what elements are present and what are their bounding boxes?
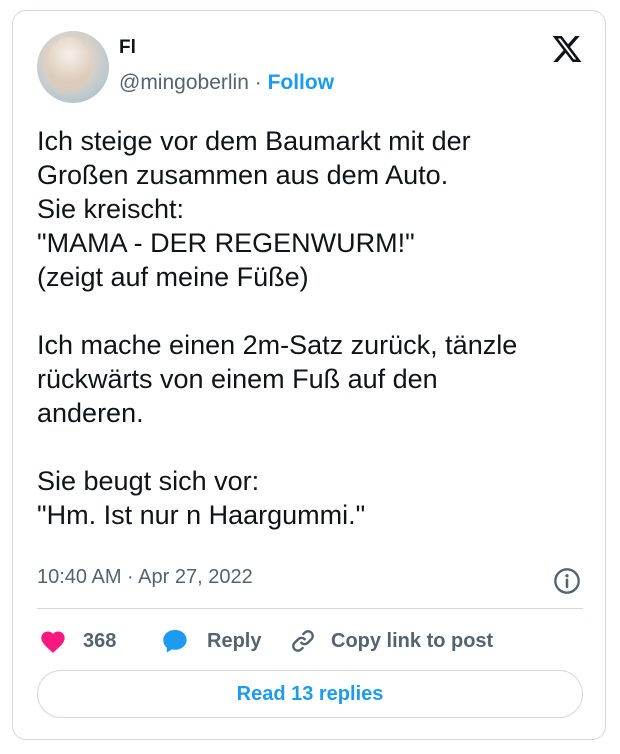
divider	[37, 608, 583, 609]
like-button[interactable]: 368	[39, 625, 116, 657]
reply-label: Reply	[207, 629, 262, 652]
avatar-photo	[47, 37, 91, 95]
link-icon	[292, 630, 314, 652]
tweet-card: Fl @mingoberlin · Follow Ich steige vor …	[12, 10, 606, 740]
info-icon[interactable]	[553, 567, 581, 595]
author-handle-line: @mingoberlin · Follow	[119, 71, 334, 95]
copy-link-label: Copy link to post	[331, 629, 494, 652]
speech-bubble-icon	[163, 629, 187, 653]
reply-button[interactable]: Reply	[161, 625, 261, 657]
x-logo-icon[interactable]	[549, 33, 585, 65]
tweet-timestamp[interactable]: 10:40 AM · Apr 27, 2022	[37, 566, 253, 589]
copy-link-button[interactable]: Copy link to post	[289, 625, 493, 657]
read-replies-button[interactable]: Read 13 replies	[37, 670, 583, 718]
follow-link[interactable]: Follow	[268, 71, 335, 94]
read-replies-label: Read 13 replies	[236, 682, 384, 705]
handle-separator: ·	[248, 71, 268, 94]
author-display-name[interactable]: Fl	[119, 37, 136, 59]
heart-icon	[41, 631, 65, 653]
like-count: 368	[83, 629, 117, 652]
avatar[interactable]	[37, 31, 109, 103]
tweet-text: Ich steige vor dem Baumarkt mit der Groß…	[37, 126, 518, 530]
author-handle[interactable]: @mingoberlin	[119, 71, 249, 94]
